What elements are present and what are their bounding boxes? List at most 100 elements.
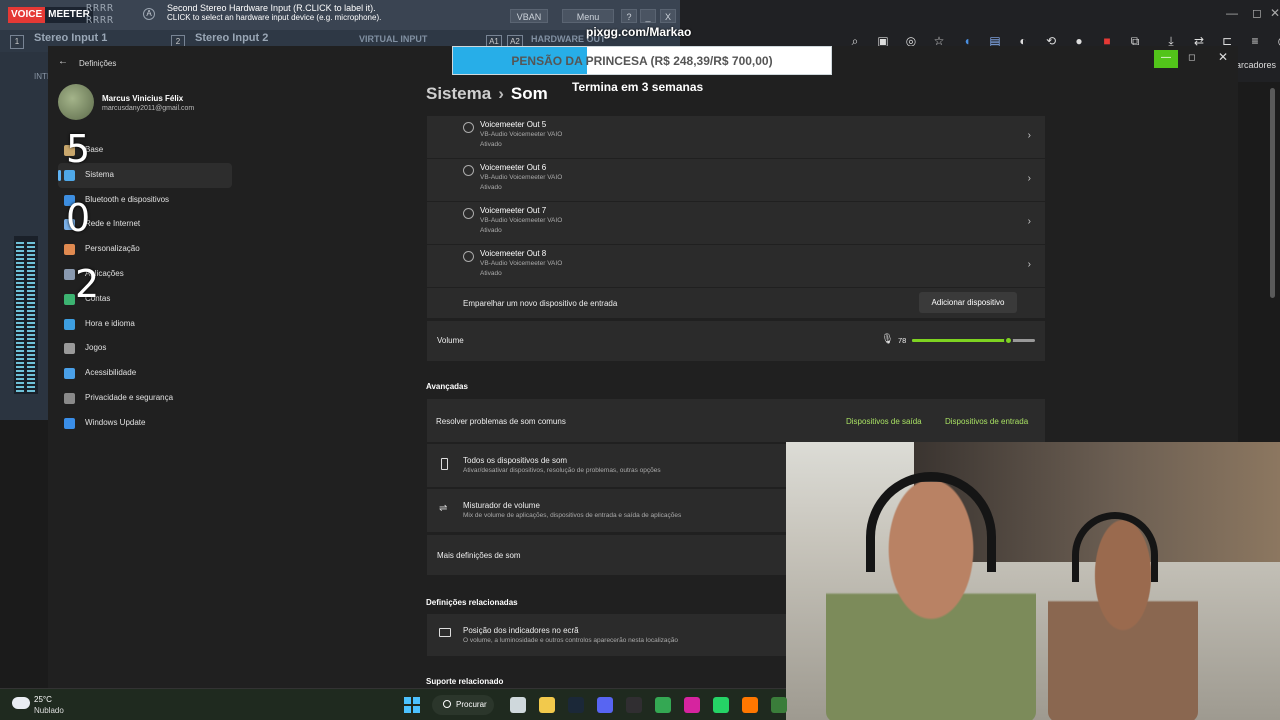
- file-explorer-icon[interactable]: [539, 697, 555, 713]
- avatar[interactable]: [58, 84, 94, 120]
- radio-icon[interactable]: [463, 122, 474, 133]
- volume-slider-thumb[interactable]: [1004, 336, 1013, 345]
- search-icon: [443, 700, 451, 708]
- nav-item-label: Personalização: [85, 244, 140, 253]
- profile-icon[interactable]: ◉: [1274, 32, 1280, 50]
- display-icon: [439, 628, 451, 637]
- volume-value: 78: [898, 336, 906, 345]
- input1-number: 1: [10, 35, 24, 49]
- soundcloud-icon[interactable]: [742, 697, 758, 713]
- nav-item-acessibilidade[interactable]: Acessibilidade: [58, 361, 232, 386]
- settings-close-button[interactable]: ✕: [1218, 50, 1228, 64]
- device-name: Voicemeeter Out 5: [480, 120, 546, 129]
- device-driver: VB-Audio Voicemeeter VAIO: [480, 217, 562, 224]
- voicemeeter-logo: VOICE MEETER: [8, 7, 93, 23]
- start-button[interactable]: [404, 697, 420, 713]
- close-button[interactable]: X: [660, 9, 676, 23]
- overlay-number: 5: [66, 127, 90, 171]
- input-devices-link[interactable]: Dispositivos de entrada: [945, 417, 1028, 426]
- pair-device-label: Emparelhar um novo dispositivo de entrad…: [463, 299, 617, 308]
- steam-icon[interactable]: [568, 697, 584, 713]
- shield-icon: [64, 393, 75, 404]
- settings-minimize-button[interactable]: —: [1154, 50, 1178, 68]
- discord-icon[interactable]: [597, 697, 613, 713]
- volume-slider[interactable]: [912, 339, 1035, 342]
- chrome-icon[interactable]: [655, 697, 671, 713]
- device-driver: VB-Audio Voicemeeter VAIO: [480, 131, 562, 138]
- obs-icon[interactable]: [626, 697, 642, 713]
- weather-temperature[interactable]: 25°C: [34, 695, 52, 704]
- nav-item-label: Privacidade e segurança: [85, 393, 173, 402]
- stereo-input-2-label[interactable]: Stereo Input 2: [195, 32, 268, 44]
- speaker-device-icon: [441, 458, 448, 470]
- level-meters: [14, 236, 38, 394]
- microphone-icon[interactable]: 🎙: [881, 334, 894, 345]
- device-state: Ativado: [480, 227, 502, 234]
- terminal-icon[interactable]: [771, 697, 787, 713]
- bookmarks-label[interactable]: arcadores: [1236, 60, 1276, 70]
- monitor-icon: [64, 170, 75, 181]
- rrr-row: RRRR: [86, 3, 114, 15]
- cloud-icon[interactable]: [12, 697, 30, 709]
- nav-item-label: Jogos: [85, 343, 106, 352]
- windows-logo-icon: [413, 697, 420, 704]
- device-state: Ativado: [480, 184, 502, 191]
- account-icon: [64, 294, 75, 305]
- radio-icon[interactable]: [463, 251, 474, 262]
- playlist-icon[interactable]: ≡: [1246, 32, 1264, 50]
- mixer-icon: ⇌: [439, 503, 447, 514]
- indicators-title: Posição dos indicadores no ecrã: [463, 626, 579, 635]
- all-devices-subtitle: Ativar/desativar dispositivos, resolução…: [463, 467, 661, 474]
- radio-icon[interactable]: [463, 208, 474, 219]
- add-device-button[interactable]: Adicionar dispositivo: [919, 292, 1017, 313]
- breadcrumb: Sistema›Som: [426, 84, 548, 104]
- advanced-section-title: Avançadas: [426, 382, 468, 391]
- overlay-number: 2: [75, 262, 99, 306]
- list-item[interactable]: Voicemeeter Out 6 VB-Audio Voicemeeter V…: [427, 159, 1045, 201]
- nav-item-jogos[interactable]: Jogos: [58, 336, 232, 361]
- instagram-icon[interactable]: [684, 697, 700, 713]
- vban-button[interactable]: VBAN: [510, 9, 548, 23]
- mixer-title: Misturador de volume: [463, 501, 540, 510]
- windows-logo-icon: [404, 706, 411, 713]
- settings-title: Definições: [79, 59, 116, 68]
- device-driver: VB-Audio Voicemeeter VAIO: [480, 260, 562, 267]
- browser-close-button[interactable]: ✕: [1270, 6, 1280, 20]
- nav-item-personalizacao[interactable]: Personalização: [58, 237, 232, 262]
- minimize-button[interactable]: _: [640, 9, 656, 23]
- help-button[interactable]: ?: [621, 9, 637, 23]
- list-item[interactable]: Voicemeeter Out 8 VB-Audio Voicemeeter V…: [427, 245, 1045, 287]
- list-item[interactable]: Voicemeeter Out 7 VB-Audio Voicemeeter V…: [427, 202, 1045, 244]
- whatsapp-icon[interactable]: [713, 697, 729, 713]
- support-section-title: Suporte relacionado: [426, 677, 503, 686]
- logo-voice: VOICE: [8, 7, 45, 23]
- webcam-feed: [786, 442, 1280, 720]
- taskbar-search[interactable]: Procurar: [432, 695, 494, 715]
- stereo-input-1-label[interactable]: Stereo Input 1: [34, 32, 107, 44]
- browser-restore-button[interactable]: ◻: [1252, 6, 1262, 20]
- nav-item-label: Rede e Internet: [85, 219, 140, 228]
- device-driver: VB-Audio Voicemeeter VAIO: [480, 174, 562, 181]
- donation-goal-text: PENSÃO DA PRINCESA (R$ 248,39/R$ 700,00): [453, 47, 831, 74]
- browser-minimize-button[interactable]: —: [1226, 6, 1238, 20]
- back-arrow-icon[interactable]: ←: [58, 56, 68, 67]
- nav-item-label: Sistema: [85, 170, 114, 179]
- nav-item-hora[interactable]: Hora e idioma: [58, 312, 232, 337]
- rrr-row: RRRR: [86, 15, 114, 27]
- nav-item-privacidade[interactable]: Privacidade e segurança: [58, 386, 232, 411]
- menu-button[interactable]: Menu: [562, 9, 614, 23]
- weather-description[interactable]: Nublado: [34, 706, 64, 715]
- more-sound-settings-label: Mais definições de som: [437, 551, 521, 560]
- browser-scrollbar[interactable]: [1270, 88, 1275, 298]
- globe-icon: [64, 319, 75, 330]
- nav-item-windows-update[interactable]: Windows Update: [58, 411, 232, 436]
- breadcrumb-sistema[interactable]: Sistema: [426, 84, 491, 103]
- a-badge[interactable]: A: [143, 8, 155, 20]
- chevron-right-icon: ›: [1028, 216, 1031, 227]
- settings-maximize-button[interactable]: ◻: [1188, 52, 1195, 63]
- nav-item-label: Windows Update: [85, 418, 145, 427]
- output-devices-link[interactable]: Dispositivos de saída: [846, 417, 922, 426]
- radio-icon[interactable]: [463, 165, 474, 176]
- file-view-icon[interactable]: [510, 697, 526, 713]
- list-item[interactable]: Voicemeeter Out 5 VB-Audio Voicemeeter V…: [427, 116, 1045, 158]
